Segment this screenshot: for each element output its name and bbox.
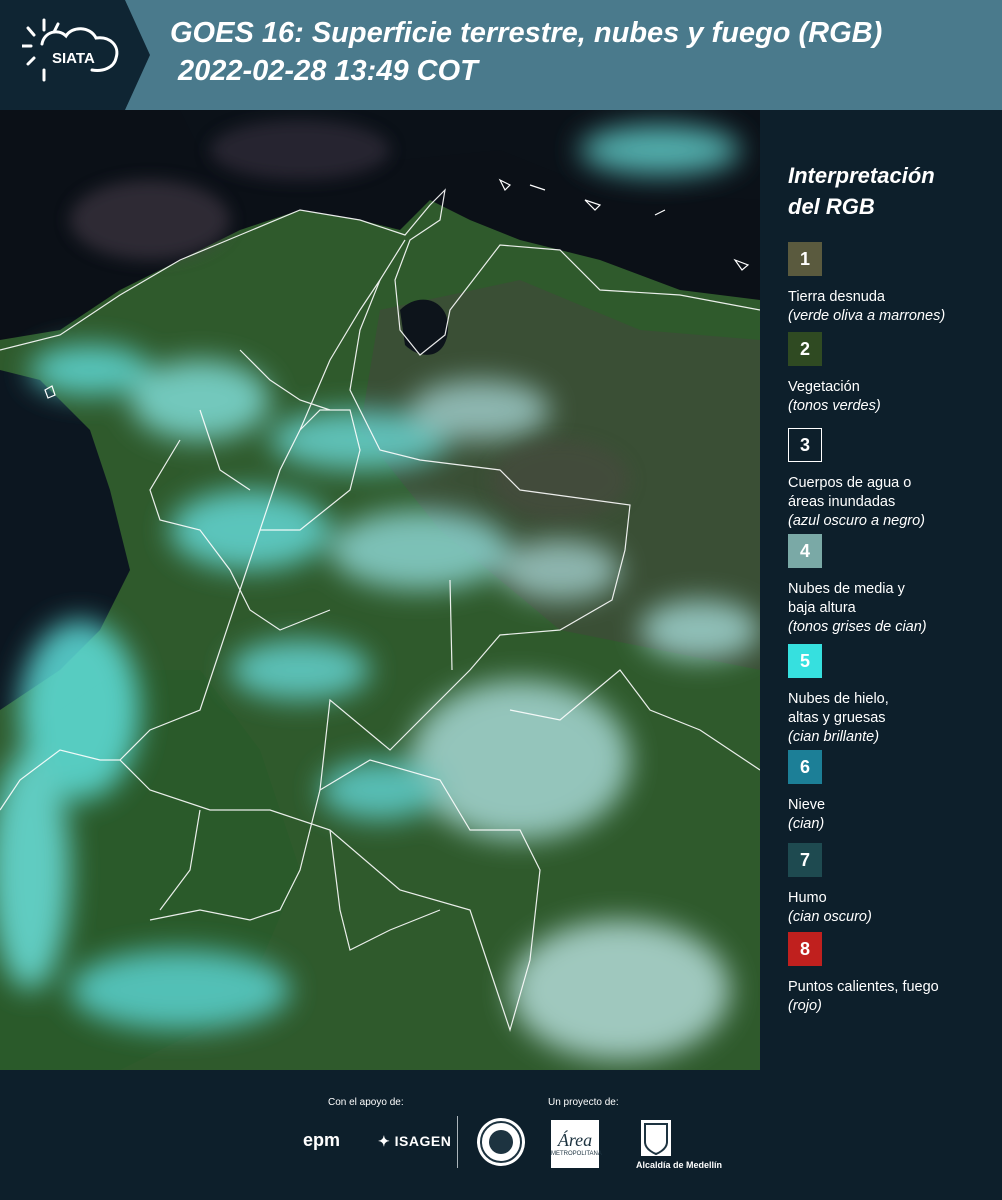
legend-item: 6 Nieve (cian) — [788, 750, 998, 834]
legend-sublabel: (tonos verdes) — [788, 398, 881, 414]
project-label: Un proyecto de: — [548, 1097, 619, 1108]
legend-label: Humo — [788, 889, 998, 908]
legend-item: 8 Puntos calientes, fuego (rojo) — [788, 932, 998, 1016]
legend-item: 1 Tierra desnuda (verde oliva a marrones) — [788, 242, 998, 326]
legend-sublabel: (cian brillante) — [788, 729, 880, 745]
legend-swatch: 3 — [788, 428, 822, 462]
satellite-map — [0, 110, 760, 1070]
svg-text:SIATA: SIATA — [52, 50, 95, 67]
legend-swatch: 8 — [788, 932, 822, 966]
page-title: GOES 16: Superficie terrestre, nubes y f… — [170, 14, 882, 90]
legend-sublabel: (rojo) — [788, 998, 822, 1014]
legend-label-line: Cuerpos de agua o — [788, 475, 912, 491]
legend-swatch: 6 — [788, 750, 822, 784]
legend-title: Interpretación del RGB — [788, 163, 935, 219]
siata-logo: SIATA — [0, 0, 150, 110]
legend-item: 3 Cuerpos de agua o áreas inundadas (azul o… — [788, 428, 998, 531]
legend-item: 7 Humo (cian oscuro) — [788, 843, 998, 927]
title-line-1: GOES 16: Superficie terrestre, nubes y f… — [170, 17, 883, 49]
legend-label: Vegetación — [788, 378, 998, 397]
legend-sublabel: (verde oliva a marrones) — [788, 308, 946, 324]
legend-label: Nubes de media y baja altura — [788, 580, 998, 618]
legend-label: Tierra desnuda — [788, 288, 998, 307]
isagen-logo: ✦ ISAGEN — [378, 1133, 452, 1149]
legend-item: 5 Nubes de hielo, altas y gruesas (cian bri… — [788, 644, 998, 747]
legend-label-line: Tierra desnuda — [788, 289, 885, 305]
satellite-image — [0, 110, 760, 1070]
legend-label-line: Puntos calientes, fuego — [788, 979, 939, 995]
legend-label: Nieve — [788, 796, 998, 815]
legend-item: 2 Vegetación (tonos verdes) — [788, 332, 998, 416]
legend-panel: Interpretación del RGB 1 Tierra desnuda (v… — [762, 110, 1002, 1070]
legend-label-line: Nubes de media y — [788, 581, 905, 597]
legend-label: Puntos calientes, fuego — [788, 978, 998, 997]
footer-divider — [457, 1116, 458, 1168]
antioquia-seal-icon — [477, 1118, 525, 1166]
legend-item: 4 Nubes de media y baja altura (tonos grise… — [788, 534, 998, 637]
legend-label-line: Humo — [788, 890, 827, 906]
legend-sublabel: (cian) — [788, 816, 825, 832]
legend-swatch: 5 — [788, 644, 822, 678]
header: SIATA GOES 16: Superficie terrestre, nub… — [0, 0, 1002, 110]
legend-label-line: Nubes de hielo, — [788, 691, 889, 707]
legend-swatch: 1 — [788, 242, 822, 276]
legend-label-line: Vegetación — [788, 379, 860, 395]
support-label: Con el apoyo de: — [328, 1097, 404, 1108]
alcaldia-label: Alcaldía de Medellín — [636, 1160, 723, 1170]
legend-label: Cuerpos de agua o áreas inundadas — [788, 474, 998, 512]
legend-sublabel: (azul oscuro a negro) — [788, 513, 926, 529]
legend-label-line: baja altura — [788, 600, 856, 616]
legend-label-line: áreas inundadas — [788, 494, 896, 510]
legend-swatch: 7 — [788, 843, 822, 877]
legend-label-line: Nieve — [788, 797, 826, 813]
medellin-shield-icon — [641, 1120, 671, 1156]
legend-swatch: 4 — [788, 534, 822, 568]
legend-label-line: altas y gruesas — [788, 710, 886, 726]
amva-logo: Área METROPOLITANA — [551, 1120, 602, 1168]
epm-logo: epm — [303, 1130, 341, 1150]
sun-cloud-icon: SIATA — [22, 18, 119, 82]
title-line-2: 2022-02-28 13:49 COT — [178, 55, 478, 87]
legend-swatch: 2 — [788, 332, 822, 366]
legend-sublabel: (cian oscuro) — [788, 909, 872, 925]
isagen-star-icon: ✦ — [378, 1133, 391, 1149]
legend-label: Nubes de hielo, altas y gruesas — [788, 690, 998, 728]
legend-sublabel: (tonos grises de cian) — [788, 619, 927, 635]
